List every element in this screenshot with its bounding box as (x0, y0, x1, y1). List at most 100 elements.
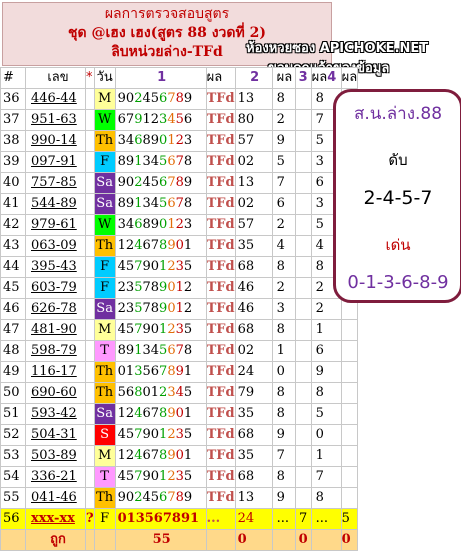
digit: 7 (167, 91, 176, 106)
digit: 8 (175, 175, 184, 190)
row-end (340, 466, 359, 488)
row-n4 (294, 88, 312, 110)
row-lek[interactable]: 979-61 (25, 214, 86, 236)
summary-label-den: เด่น (385, 236, 411, 254)
row-number: 36 (0, 88, 26, 110)
row-lek[interactable]: 544-89 (25, 193, 86, 215)
digit: 6 (167, 154, 176, 169)
row-tfd: TFd (205, 487, 236, 509)
digit: 4 (142, 490, 151, 505)
digit: 8 (142, 133, 151, 148)
row-n2: 80 (234, 109, 273, 131)
row-lek[interactable]: 097-91 (25, 151, 86, 173)
digit: 8 (117, 196, 126, 211)
row-lek[interactable]: 690-60 (25, 382, 86, 404)
row-n2: 35 (234, 235, 273, 257)
row-n2: 35 (234, 445, 273, 467)
digit: 2 (150, 112, 160, 127)
row-lek[interactable]: 041-46 (25, 487, 86, 509)
digit: 3 (175, 427, 184, 442)
row-digits: 457901235 (114, 424, 207, 446)
row-marker (85, 298, 95, 320)
row-digits: 124678901 (114, 403, 207, 425)
row-marker (85, 130, 95, 152)
row-lek[interactable]: 603-79 (25, 277, 86, 299)
digit: 2 (167, 469, 176, 484)
row-lek[interactable]: 504-31 (25, 424, 86, 446)
row-tfd: TFd (205, 277, 236, 299)
row-day: T (93, 340, 116, 362)
digit: 3 (142, 196, 151, 211)
row-lek[interactable]: 598-79 (25, 340, 86, 362)
sum-val2: 0 (234, 529, 273, 551)
digit: 2 (117, 301, 126, 316)
digit: 5 (150, 490, 160, 505)
row-number: 54 (0, 466, 26, 488)
row-day: F (93, 256, 116, 278)
digit: 1 (167, 133, 176, 148)
hl-n5: 5 (340, 508, 359, 530)
digit: 5 (125, 322, 135, 337)
digit: 3 (167, 385, 176, 400)
row-lek[interactable]: 116-17 (25, 361, 86, 383)
row-lek[interactable]: 503-89 (25, 445, 86, 467)
row-number: 37 (0, 109, 26, 131)
row-marker (85, 151, 95, 173)
digit: 9 (142, 259, 151, 274)
row-n3: 2 (271, 277, 296, 299)
row-lek[interactable]: 395-43 (25, 256, 86, 278)
row-lek[interactable]: 951-63 (25, 109, 86, 131)
sum-val4: 0 (340, 529, 359, 551)
row-lek[interactable]: 446-44 (25, 88, 86, 110)
digit: 0 (125, 175, 135, 190)
row-n3: 8 (271, 466, 296, 488)
row-lek[interactable]: 626-78 (25, 298, 86, 320)
row-lek[interactable]: 990-14 (25, 130, 86, 152)
header-result4: ผล (340, 67, 359, 89)
row-n3: 3 (271, 298, 296, 320)
hl-n3: 7 (294, 508, 312, 530)
row-n5: 6 (310, 340, 342, 362)
digit: 1 (175, 280, 184, 295)
row-lek[interactable]: 757-85 (25, 172, 86, 194)
row-n4 (294, 172, 312, 194)
row-end (340, 361, 359, 383)
row-digits: 457901235 (114, 319, 207, 341)
row-lek[interactable]: 063-09 (25, 235, 86, 257)
row-n4 (294, 109, 312, 131)
row-lek[interactable]: 336-21 (25, 466, 86, 488)
digit: 5 (183, 469, 193, 484)
digit: 8 (150, 280, 160, 295)
table-row: 55 041-46 Th 902456789 TFd 13 9 8 (0, 487, 359, 509)
row-marker (85, 403, 95, 425)
sum-number (0, 529, 26, 551)
row-digits: 124678901 (114, 235, 207, 257)
digit: 8 (142, 217, 151, 232)
row-lek[interactable]: 593-42 (25, 403, 86, 425)
row-n3: 9 (271, 487, 296, 509)
row-number: 47 (0, 319, 26, 341)
row-day: S (93, 424, 116, 446)
digit: 5 (150, 175, 160, 190)
row-day: Sa (93, 403, 116, 425)
row-tfd: TFd (205, 172, 236, 194)
digit: 4 (117, 469, 126, 484)
table-row: 51 593-42 Sa 124678901 TFd 35 8 5 (0, 403, 359, 425)
digit: 2 (167, 427, 176, 442)
row-marker (85, 88, 95, 110)
row-n3: 8 (271, 256, 296, 278)
hl-number: 56 (0, 508, 26, 530)
row-lek[interactable]: 481-90 (25, 319, 86, 341)
header-col2: 2 (234, 67, 273, 89)
digit: 3 (175, 322, 184, 337)
digit: 1 (117, 406, 126, 421)
row-number: 38 (0, 130, 26, 152)
row-n5: 0 (310, 424, 342, 446)
digit: 8 (117, 343, 126, 358)
digit: 0 (142, 385, 151, 400)
hl-dots-3: ... (310, 508, 342, 530)
digit: 6 (150, 364, 160, 379)
digit: 9 (125, 343, 135, 358)
row-digits: 891345678 (114, 340, 207, 362)
table-row: 43 063-09 Th 124678901 TFd 35 4 4 (0, 235, 359, 257)
